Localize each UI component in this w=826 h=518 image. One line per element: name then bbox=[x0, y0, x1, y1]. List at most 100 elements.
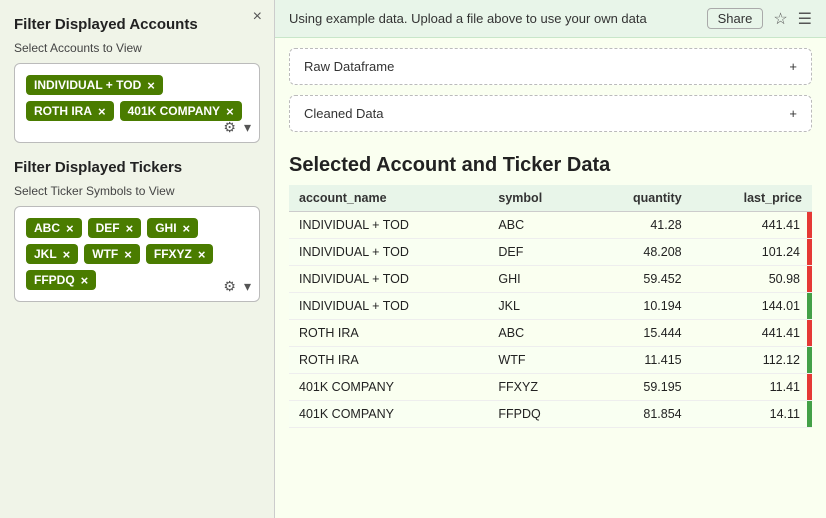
cell-symbol: ABC bbox=[488, 212, 586, 239]
cleaned-data-expand-icon: + bbox=[789, 106, 797, 121]
table-row: INDIVIDUAL + TODDEF48.208101.24 bbox=[289, 239, 812, 266]
col-symbol: symbol bbox=[488, 185, 586, 212]
cell-quantity: 59.452 bbox=[586, 266, 691, 293]
row-indicator-green bbox=[807, 401, 812, 427]
row-indicator-red bbox=[807, 212, 812, 238]
remove-ticker-tag-ffxyz[interactable]: × bbox=[198, 248, 206, 261]
account-tag-roth-ira: ROTH IRA× bbox=[26, 101, 114, 121]
remove-account-tag-401k[interactable]: × bbox=[226, 105, 234, 118]
cell-account-name: INDIVIDUAL + TOD bbox=[289, 266, 488, 293]
cell-last-price: 144.01 bbox=[692, 293, 812, 320]
accounts-tags-container: INDIVIDUAL + TOD×ROTH IRA×401K COMPANY× bbox=[23, 72, 251, 124]
tickers-settings-button[interactable]: ⚙ bbox=[221, 278, 238, 295]
col-last-price: last_price bbox=[692, 185, 812, 212]
row-indicator-red bbox=[807, 266, 812, 292]
ticker-tag-abc: ABC× bbox=[26, 218, 82, 238]
cell-quantity: 41.28 bbox=[586, 212, 691, 239]
cell-symbol: FFPDQ bbox=[488, 401, 586, 428]
row-indicator-red bbox=[807, 320, 812, 346]
cell-last-price: 101.24 bbox=[692, 239, 812, 266]
ticker-tag-def: DEF× bbox=[88, 218, 142, 238]
cell-last-price: 441.41 bbox=[692, 320, 812, 347]
cell-account-name: ROTH IRA bbox=[289, 320, 488, 347]
main-content: Using example data. Upload a file above … bbox=[275, 0, 826, 518]
table-row: INDIVIDUAL + TODGHI59.45250.98 bbox=[289, 266, 812, 293]
accounts-tags-area: INDIVIDUAL + TOD×ROTH IRA×401K COMPANY× … bbox=[14, 63, 260, 143]
row-indicator-red bbox=[807, 374, 812, 400]
cell-last-price: 50.98 bbox=[692, 266, 812, 293]
ticker-tag-ffpdq: FFPDQ× bbox=[26, 270, 96, 290]
table-row: 401K COMPANYFFXYZ59.19511.41 bbox=[289, 374, 812, 401]
table-row: 401K COMPANYFFPDQ81.85414.11 bbox=[289, 401, 812, 428]
tickers-tags-container: ABC× DEF×GHI× JKL× WTF× FFXYZ× FFPDQ× bbox=[23, 215, 251, 293]
banner-text: Using example data. Upload a file above … bbox=[289, 11, 647, 26]
row-indicator-green bbox=[807, 293, 812, 319]
tickers-tags-area: ABC× DEF×GHI× JKL× WTF× FFXYZ× FFPDQ× ⚙ ▾ bbox=[14, 206, 260, 302]
cleaned-data-header[interactable]: Cleaned Data + bbox=[290, 96, 811, 131]
table-row: INDIVIDUAL + TODJKL10.194144.01 bbox=[289, 293, 812, 320]
cell-account-name: ROTH IRA bbox=[289, 347, 488, 374]
share-button[interactable]: Share bbox=[707, 8, 764, 29]
raw-dataframe-header[interactable]: Raw Dataframe + bbox=[290, 49, 811, 84]
cell-last-price: 441.41 bbox=[692, 212, 812, 239]
tickers-dropdown-button[interactable]: ▾ bbox=[242, 278, 253, 295]
cleaned-data-section: Cleaned Data + bbox=[289, 95, 812, 132]
cell-account-name: 401K COMPANY bbox=[289, 401, 488, 428]
raw-dataframe-expand-icon: + bbox=[789, 59, 797, 74]
cell-last-price: 112.12 bbox=[692, 347, 812, 374]
cell-account-name: INDIVIDUAL + TOD bbox=[289, 293, 488, 320]
cell-account-name: INDIVIDUAL + TOD bbox=[289, 212, 488, 239]
ticker-tag-ffxyz: FFXYZ× bbox=[146, 244, 214, 264]
remove-account-tag-roth-ira[interactable]: × bbox=[98, 105, 106, 118]
cell-symbol: GHI bbox=[488, 266, 586, 293]
remove-ticker-tag-jkl[interactable]: × bbox=[63, 248, 71, 261]
remove-account-tag-ind-tod[interactable]: × bbox=[147, 79, 155, 92]
sidebar: × Filter Displayed Accounts Select Accou… bbox=[0, 0, 275, 518]
table-row: ROTH IRAABC15.444441.41 bbox=[289, 320, 812, 347]
star-button[interactable]: ☆ bbox=[773, 9, 787, 29]
cell-symbol: WTF bbox=[488, 347, 586, 374]
col-account-name: account_name bbox=[289, 185, 488, 212]
raw-dataframe-section: Raw Dataframe + bbox=[289, 48, 812, 85]
accounts-section-title: Filter Displayed Accounts bbox=[14, 16, 260, 33]
cell-quantity: 59.195 bbox=[586, 374, 691, 401]
col-quantity: quantity bbox=[586, 185, 691, 212]
table-row: ROTH IRAWTF11.415112.12 bbox=[289, 347, 812, 374]
cell-symbol: DEF bbox=[488, 239, 586, 266]
banner: Using example data. Upload a file above … bbox=[275, 0, 826, 38]
cell-quantity: 11.415 bbox=[586, 347, 691, 374]
banner-actions: Share ☆ ☰ bbox=[707, 8, 812, 29]
table-body: INDIVIDUAL + TODABC41.28441.41INDIVIDUAL… bbox=[289, 212, 812, 428]
remove-ticker-tag-ghi[interactable]: × bbox=[183, 222, 191, 235]
remove-ticker-tag-def[interactable]: × bbox=[126, 222, 134, 235]
row-indicator-red bbox=[807, 239, 812, 265]
menu-button[interactable]: ☰ bbox=[798, 9, 812, 29]
remove-ticker-tag-abc[interactable]: × bbox=[66, 222, 74, 235]
cell-last-price: 11.41 bbox=[692, 374, 812, 401]
row-indicator-green bbox=[807, 347, 812, 373]
cell-quantity: 15.444 bbox=[586, 320, 691, 347]
raw-dataframe-label: Raw Dataframe bbox=[304, 59, 394, 74]
table-row: INDIVIDUAL + TODABC41.28441.41 bbox=[289, 212, 812, 239]
cell-quantity: 48.208 bbox=[586, 239, 691, 266]
tickers-section-title: Filter Displayed Tickers bbox=[14, 159, 260, 176]
accounts-settings-button[interactable]: ⚙ bbox=[221, 119, 238, 136]
cell-quantity: 10.194 bbox=[586, 293, 691, 320]
close-button[interactable]: × bbox=[253, 8, 262, 26]
data-table: account_name symbol quantity last_price … bbox=[289, 185, 812, 428]
cell-last-price: 14.11 bbox=[692, 401, 812, 428]
tickers-sub-label: Select Ticker Symbols to View bbox=[14, 184, 260, 198]
accounts-dropdown-button[interactable]: ▾ bbox=[242, 119, 253, 136]
accounts-sub-label: Select Accounts to View bbox=[14, 41, 260, 55]
cell-symbol: ABC bbox=[488, 320, 586, 347]
remove-ticker-tag-ffpdq[interactable]: × bbox=[81, 274, 89, 287]
cell-symbol: FFXYZ bbox=[488, 374, 586, 401]
table-header: account_name symbol quantity last_price bbox=[289, 185, 812, 212]
account-tag-401k: 401K COMPANY× bbox=[120, 101, 242, 121]
ticker-tag-ghi: GHI× bbox=[147, 218, 198, 238]
ticker-tag-wtf: WTF× bbox=[84, 244, 140, 264]
ticker-tag-jkl: JKL× bbox=[26, 244, 78, 264]
cell-symbol: JKL bbox=[488, 293, 586, 320]
cell-account-name: 401K COMPANY bbox=[289, 374, 488, 401]
remove-ticker-tag-wtf[interactable]: × bbox=[124, 248, 132, 261]
